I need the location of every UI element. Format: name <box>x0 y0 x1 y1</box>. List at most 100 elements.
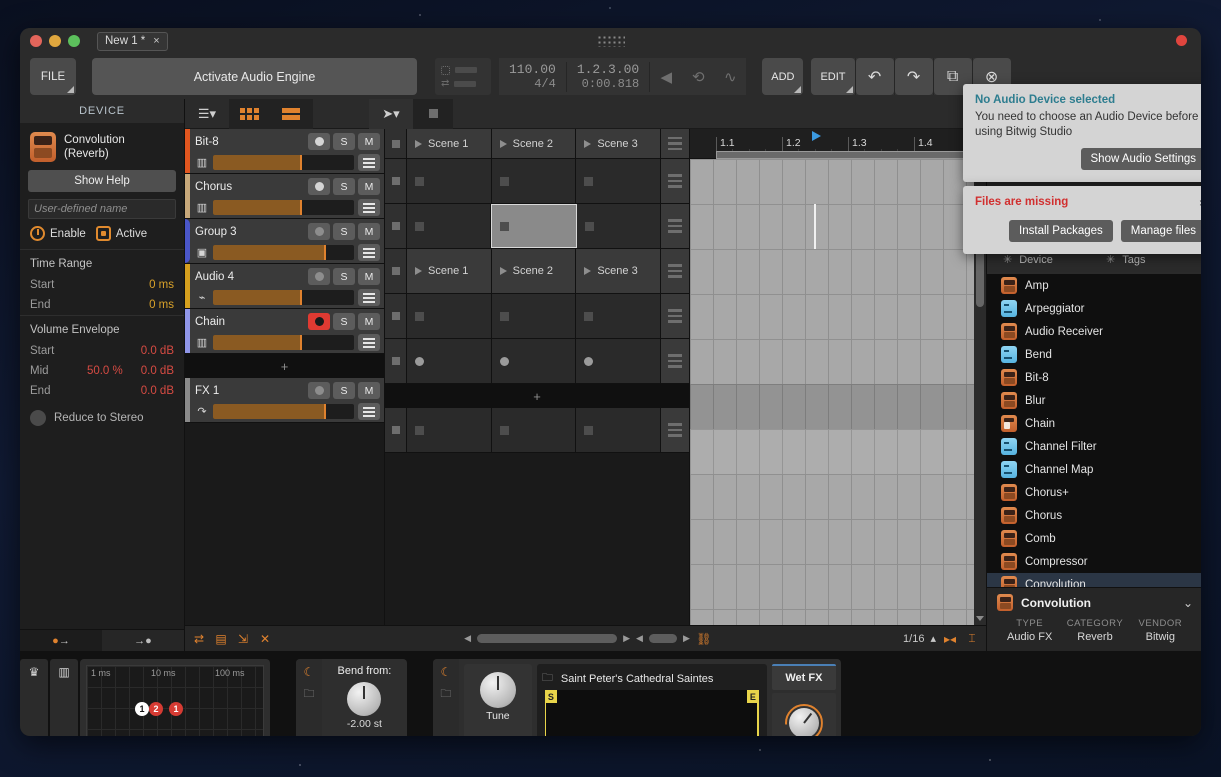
minimize-window-button[interactable] <box>49 35 61 47</box>
clip-launcher-toggle[interactable] <box>229 98 269 129</box>
chevron-down-icon[interactable]: ⌄ <box>1183 596 1193 610</box>
volume-envelope-row[interactable]: End 0.0 dB <box>30 381 174 401</box>
track-row[interactable]: Bit-8 S M ▥ <box>185 129 384 174</box>
track-menu-button[interactable] <box>358 403 380 420</box>
record-arm-button[interactable] <box>308 382 330 399</box>
filter-device[interactable]: ✳ Device <box>991 253 1094 267</box>
tune-knob[interactable] <box>479 672 516 708</box>
list-item[interactable]: Channel Filter <box>987 435 1201 458</box>
solo-button[interactable]: S <box>333 268 355 285</box>
clip-slot[interactable] <box>576 204 661 248</box>
stop-all-cell[interactable] <box>385 129 407 158</box>
time-range-row[interactable]: Start 0 ms <box>30 275 174 295</box>
device-bend[interactable]: ☾ 🗀 BEND ◕⚲ Bend from: -2.00 st Time ♪ 3… <box>295 659 407 736</box>
scene-header[interactable]: Scene 3 <box>576 249 662 293</box>
list-item[interactable]: Channel Map <box>987 458 1201 481</box>
timeline-ruler[interactable]: 1.1 1.2 1.3 1.4 <box>690 129 986 159</box>
moon-icon[interactable]: ☾ <box>440 665 451 679</box>
list-item[interactable]: Arpeggiator <box>987 297 1201 320</box>
quantize-icon[interactable]: ⌶ <box>964 631 980 646</box>
modulation-target-button[interactable]: → ● <box>102 630 184 651</box>
stop-all-button[interactable] <box>413 98 453 129</box>
swap-icon[interactable]: ⇄ <box>191 632 207 646</box>
volume-envelope-row[interactable]: Mid 50.0 % 0.0 dB <box>30 361 174 381</box>
folder-icon[interactable]: 🗀 <box>303 685 314 704</box>
loop-button[interactable]: ⟲ <box>682 58 714 95</box>
scrollbar-thumb-2[interactable] <box>648 634 677 643</box>
list-item[interactable]: Audio Receiver <box>987 320 1201 343</box>
track-menu-button[interactable] <box>358 199 380 216</box>
record-arm-button[interactable] <box>308 133 330 150</box>
arranger[interactable]: 1.1 1.2 1.3 1.4 <box>690 129 986 625</box>
volume-fader[interactable] <box>213 404 354 419</box>
volume-fader[interactable] <box>213 200 354 215</box>
record-indicator[interactable] <box>1176 35 1187 46</box>
scene-header[interactable]: Scene 2 <box>491 129 577 158</box>
clip-slot[interactable] <box>407 204 492 248</box>
device-name-input[interactable]: User-defined name <box>28 199 176 219</box>
volume-fader[interactable] <box>213 155 354 170</box>
mute-button[interactable]: M <box>358 223 380 240</box>
scene-header[interactable]: Scene 1 <box>407 249 492 293</box>
scroll-left-icon[interactable]: ◀ <box>464 633 471 644</box>
maximize-window-button[interactable] <box>68 35 80 47</box>
project-tab-strip[interactable]: ♛ PROJECT ◕⚲ <box>20 659 48 736</box>
scene-menu-button[interactable] <box>660 204 689 248</box>
delay-node-right-1[interactable]: 1 <box>169 702 183 716</box>
clip-slot[interactable] <box>576 408 662 452</box>
track-row[interactable]: FX 1 S M ↷ <box>185 378 384 423</box>
record-arm-button[interactable] <box>308 178 330 195</box>
file-menu-button[interactable]: FILE <box>30 58 76 95</box>
track-row[interactable]: Audio 4 S M ⌁ <box>185 264 384 309</box>
delay-graph[interactable]: 1 ms 10 ms 100 ms 1 2 1 <box>86 665 264 736</box>
impulse-response-view[interactable]: 🗀 Saint Peter's Cathedral Saintes S E ⚲ … <box>536 664 767 736</box>
solo-button[interactable]: S <box>333 382 355 399</box>
scroll-right-icon-2[interactable]: ▶ <box>683 633 690 644</box>
record-arm-button[interactable] <box>308 313 330 330</box>
metronome-icon[interactable] <box>441 65 450 75</box>
clip-slot[interactable] <box>576 294 662 338</box>
track-menu-button[interactable] <box>358 334 380 351</box>
chain-tab-strip[interactable]: ▥ CHAIN ◕⚲ <box>50 659 78 736</box>
list-item[interactable]: Bend <box>987 343 1201 366</box>
stop-clip-button[interactable] <box>385 408 407 452</box>
stop-clip-button[interactable] <box>385 249 407 293</box>
scene-menu-button[interactable] <box>661 249 690 293</box>
scrollbar-thumb[interactable] <box>477 634 618 643</box>
track-menu-button[interactable] <box>358 289 380 306</box>
scene-menu-button[interactable] <box>661 129 690 158</box>
install-packages-button[interactable]: Install Packages <box>1009 220 1113 242</box>
stop-clip-button[interactable] <box>385 339 407 383</box>
add-track-button[interactable]: + <box>185 354 384 378</box>
routing-icon[interactable]: ⛓ <box>696 632 712 646</box>
folder-icon[interactable]: 🗀 <box>542 669 553 688</box>
mute-button[interactable]: M <box>358 313 380 330</box>
pointer-tool-button[interactable]: ➤▾ <box>369 98 413 129</box>
grid-caret-icon[interactable]: ▴ <box>930 632 936 645</box>
volume-envelope-row[interactable]: Start 0.0 dB <box>30 341 174 361</box>
scene-header[interactable]: Scene 1 <box>407 129 492 158</box>
window-drag-handle[interactable] <box>596 35 625 47</box>
tempo-display[interactable]: 110.00 4/4 <box>499 61 567 92</box>
position-display[interactable]: 1.2.3.00 0:00.818 <box>567 61 651 92</box>
scroll-right-icon[interactable]: ▶ <box>623 633 630 644</box>
active-toggle[interactable]: Active <box>95 226 147 241</box>
undo-button[interactable]: ↶ <box>855 58 894 95</box>
arranger-canvas[interactable] <box>690 159 974 625</box>
metronome-button[interactable]: ◀ <box>650 58 682 95</box>
clip-slot[interactable] <box>491 159 577 203</box>
close-window-button[interactable] <box>30 35 42 47</box>
automation-button[interactable]: ∿ <box>714 58 746 95</box>
volume-fader[interactable] <box>213 290 354 305</box>
track-row[interactable]: Group 3 S M ▣ <box>185 219 384 264</box>
edit-button[interactable]: EDIT <box>811 58 855 95</box>
clip-slot[interactable] <box>491 408 577 452</box>
add-scene-button[interactable]: + <box>385 384 689 408</box>
mute-button[interactable]: M <box>358 178 380 195</box>
waveform-area[interactable]: S E <box>544 690 759 736</box>
list-item[interactable]: Amp <box>987 274 1201 297</box>
activate-audio-engine-button[interactable]: Activate Audio Engine <box>92 58 417 95</box>
redo-button[interactable]: ↷ <box>894 58 933 95</box>
mute-button[interactable]: M <box>358 268 380 285</box>
reduce-to-stereo-toggle[interactable]: Reduce to Stereo <box>20 401 184 435</box>
